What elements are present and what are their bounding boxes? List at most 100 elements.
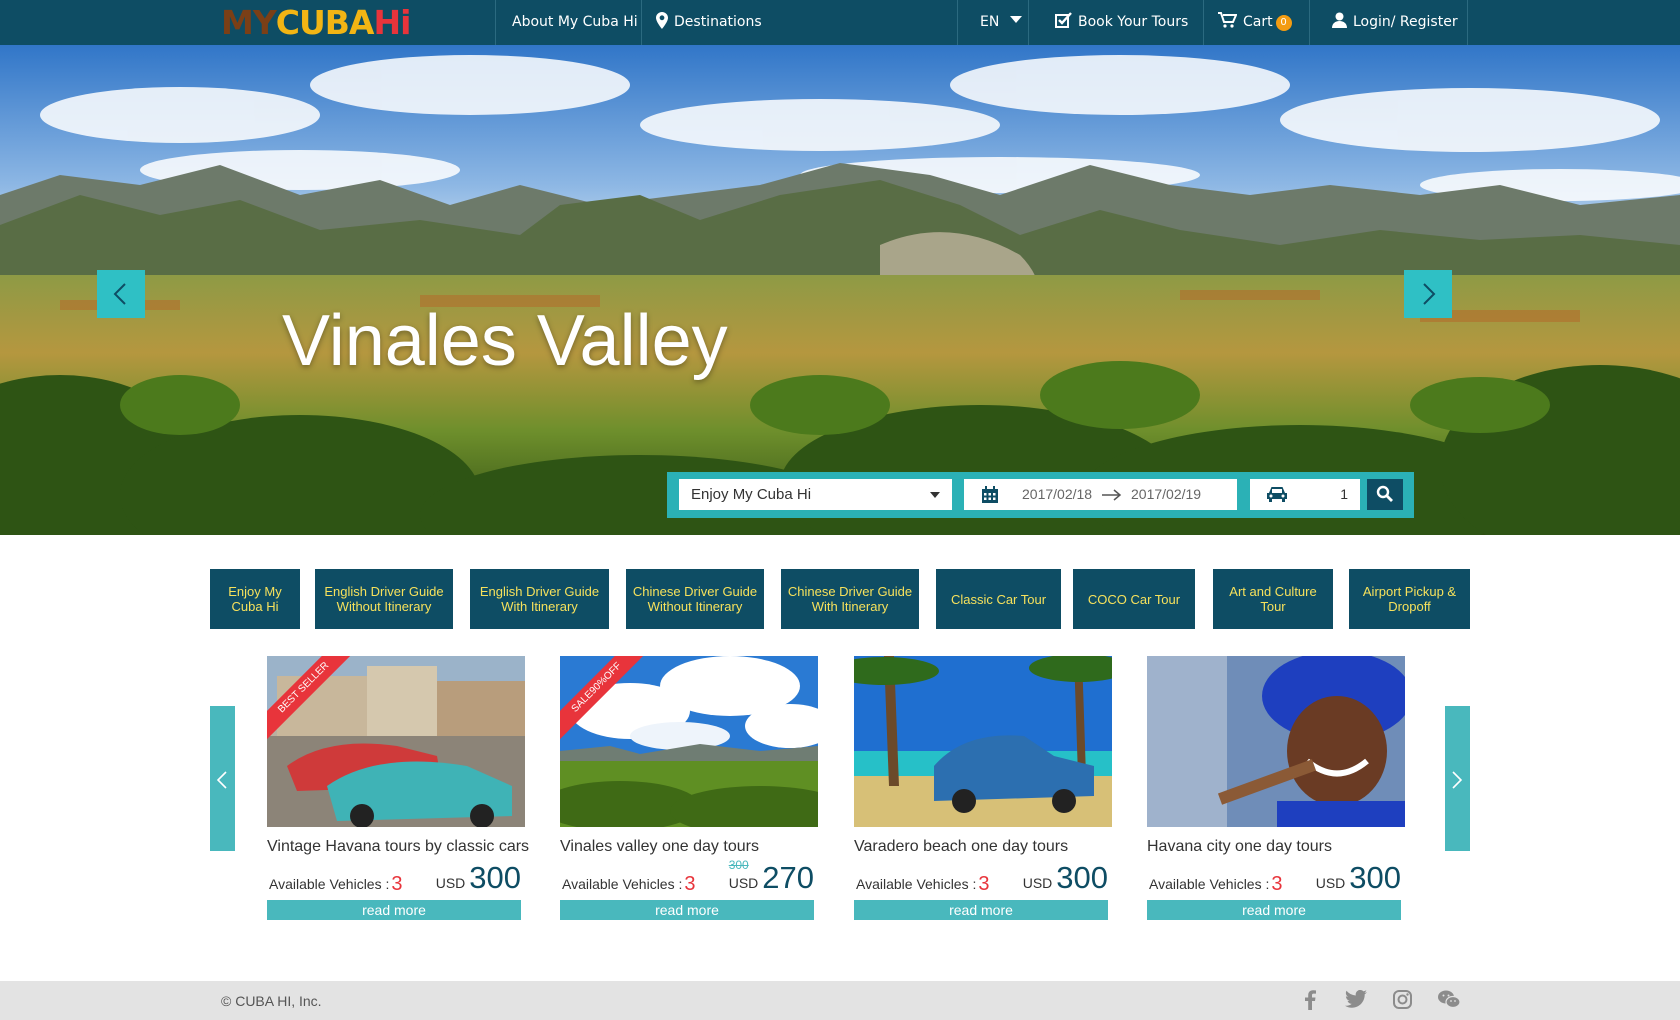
category-chinese-driver-no-itinerary[interactable]: Chinese Driver Guide Without Itinerary bbox=[626, 569, 764, 629]
category-enjoy-my-cuba-hi[interactable]: Enjoy My Cuba Hi bbox=[210, 569, 300, 629]
chevron-right-icon bbox=[1452, 771, 1463, 789]
tour-card: Varadero beach one day tours Available V… bbox=[854, 656, 1112, 920]
book-tours-label: Book Your Tours bbox=[1078, 14, 1189, 30]
destination-value: Enjoy My Cuba Hi bbox=[691, 486, 812, 503]
hero-next-button[interactable] bbox=[1404, 270, 1452, 318]
search-button[interactable] bbox=[1367, 479, 1403, 510]
tour-title[interactable]: Havana city one day tours bbox=[1147, 838, 1405, 856]
hero-title: Vinales Valley bbox=[282, 301, 728, 381]
tour-image-classic-cars-havana[interactable]: BEST SELLER bbox=[267, 656, 525, 827]
category-classic-car-tour[interactable]: Classic Car Tour bbox=[936, 569, 1061, 629]
copyright-text: © CUBA HI, Inc. bbox=[221, 993, 322, 1009]
category-label: Art and Culture Tour bbox=[1229, 584, 1317, 614]
read-more-button[interactable]: read more bbox=[1147, 900, 1401, 920]
chevron-down-icon bbox=[1009, 16, 1022, 23]
nav-divider bbox=[1203, 0, 1204, 45]
instagram-icon[interactable] bbox=[1393, 990, 1412, 1009]
nav-about-label: About My Cuba Hi bbox=[512, 14, 638, 30]
category-label: Classic Car Tour bbox=[950, 591, 1047, 607]
price-value: 300 bbox=[1056, 860, 1108, 895]
language-selector[interactable]: EN bbox=[980, 0, 1022, 45]
tour-card: BEST SELLER Vintage Havana tours by clas… bbox=[267, 656, 529, 920]
date-from-value: 2017/02/18 bbox=[1022, 486, 1093, 502]
chevron-left-icon bbox=[113, 283, 126, 305]
tour-image-havana-city[interactable] bbox=[1147, 656, 1405, 827]
cart-link[interactable]: Cart 0 bbox=[1218, 0, 1292, 45]
twitter-icon[interactable] bbox=[1345, 990, 1367, 1008]
available-vehicles-label: Available Vehicles : bbox=[562, 876, 683, 892]
available-vehicles-count: 3 bbox=[1271, 873, 1283, 895]
price-currency: USD bbox=[435, 875, 466, 891]
category-english-driver-with-itinerary[interactable]: English Driver Guide With Itinerary bbox=[470, 569, 609, 629]
tour-title[interactable]: Vintage Havana tours by classic cars bbox=[267, 838, 529, 856]
chevron-left-icon bbox=[216, 771, 227, 789]
calendar-icon bbox=[982, 486, 998, 503]
nav-about-link[interactable]: About My Cuba Hi bbox=[512, 0, 638, 45]
havana-woman-photo bbox=[1147, 656, 1405, 827]
nav-destinations-link[interactable]: Destinations bbox=[656, 0, 762, 45]
login-register-label: Login/ Register bbox=[1353, 14, 1458, 30]
tour-title[interactable]: Varadero beach one day tours bbox=[854, 838, 1112, 856]
site-logo[interactable]: MY CUBA Hi bbox=[221, 3, 411, 42]
checkbox-icon bbox=[1055, 12, 1072, 28]
category-label: English Driver Guide Without Itinerary bbox=[324, 584, 444, 614]
available-vehicles-label: Available Vehicles : bbox=[1149, 876, 1270, 892]
category-art-and-culture-tour[interactable]: Art and Culture Tour bbox=[1213, 569, 1333, 629]
category-english-driver-no-itinerary[interactable]: English Driver Guide Without Itinerary bbox=[315, 569, 453, 629]
login-register-link[interactable]: Login/ Register bbox=[1332, 0, 1458, 45]
vehicle-count-field[interactable]: 1 bbox=[1250, 479, 1360, 510]
car-icon bbox=[1267, 487, 1287, 502]
language-label: EN bbox=[980, 14, 1000, 30]
nav-divider bbox=[641, 0, 642, 45]
footer: © CUBA HI, Inc. bbox=[0, 981, 1680, 1020]
logo-part-cuba: CUBA bbox=[275, 3, 375, 42]
available-vehicles-count: 3 bbox=[391, 873, 403, 895]
category-chinese-driver-with-itinerary[interactable]: Chinese Driver Guide With Itinerary bbox=[781, 569, 919, 629]
nav-divider bbox=[957, 0, 958, 45]
price-currency: USD bbox=[728, 875, 759, 891]
tour-price: 300 USD 270 bbox=[728, 858, 814, 896]
tour-title[interactable]: Vinales valley one day tours bbox=[560, 838, 818, 856]
tour-image-vinales-valley[interactable]: SALE90%OFF bbox=[560, 656, 818, 827]
destination-select[interactable]: Enjoy My Cuba Hi bbox=[679, 479, 952, 510]
tour-price: USD 300 bbox=[1023, 860, 1108, 896]
category-label: Airport Pickup & Dropoff bbox=[1362, 584, 1457, 614]
tour-card: SALE90%OFF Vinales valley one day tours … bbox=[560, 656, 818, 920]
available-vehicles-count: 3 bbox=[684, 873, 696, 895]
price-value: 300 bbox=[469, 860, 521, 895]
tour-image-varadero-beach[interactable] bbox=[854, 656, 1112, 827]
logo-part-hi: Hi bbox=[373, 3, 411, 42]
category-airport-pickup-dropoff[interactable]: Airport Pickup & Dropoff bbox=[1349, 569, 1470, 629]
read-more-button[interactable]: read more bbox=[560, 900, 814, 920]
nav-divider bbox=[1028, 0, 1029, 45]
date-range-picker[interactable]: 2017/02/18 2017/02/19 bbox=[964, 479, 1237, 510]
category-label: Chinese Driver Guide Without Itinerary bbox=[632, 584, 758, 614]
category-label: Enjoy My Cuba Hi bbox=[228, 584, 282, 614]
tour-price: USD 300 bbox=[1316, 860, 1401, 896]
tours-prev-button[interactable] bbox=[210, 706, 235, 851]
tour-price: USD 300 bbox=[436, 860, 521, 896]
wechat-icon[interactable] bbox=[1438, 990, 1460, 1008]
price-currency: USD bbox=[1022, 875, 1053, 891]
available-vehicles: Available Vehicles :3 bbox=[562, 872, 696, 895]
hero-banner: Vinales Valley Enjoy My Cuba Hi 2017/02/… bbox=[0, 45, 1680, 535]
date-to-value: 2017/02/19 bbox=[1131, 486, 1202, 502]
book-tours-link[interactable]: Book Your Tours bbox=[1055, 0, 1188, 45]
nav-divider bbox=[1467, 0, 1468, 45]
beach-car-photo bbox=[854, 656, 1112, 827]
available-vehicles: Available Vehicles :3 bbox=[1149, 872, 1283, 895]
tours-next-button[interactable] bbox=[1445, 706, 1470, 851]
tour-search-bar: Enjoy My Cuba Hi 2017/02/18 2017/02/19 1 bbox=[667, 472, 1414, 518]
price-value: 300 bbox=[1349, 860, 1401, 895]
facebook-icon[interactable] bbox=[1304, 990, 1316, 1010]
available-vehicles-label: Available Vehicles : bbox=[269, 876, 390, 892]
read-more-button[interactable]: read more bbox=[267, 900, 521, 920]
category-label: Chinese Driver Guide With Itinerary bbox=[787, 584, 913, 614]
hero-prev-button[interactable] bbox=[97, 270, 145, 318]
read-more-button[interactable]: read more bbox=[854, 900, 1108, 920]
price-value: 270 bbox=[762, 860, 814, 895]
price-currency: USD bbox=[1315, 875, 1346, 891]
available-vehicles: Available Vehicles :3 bbox=[856, 872, 990, 895]
category-coco-car-tour[interactable]: COCO Car Tour bbox=[1073, 569, 1195, 629]
nav-divider bbox=[1309, 0, 1310, 45]
